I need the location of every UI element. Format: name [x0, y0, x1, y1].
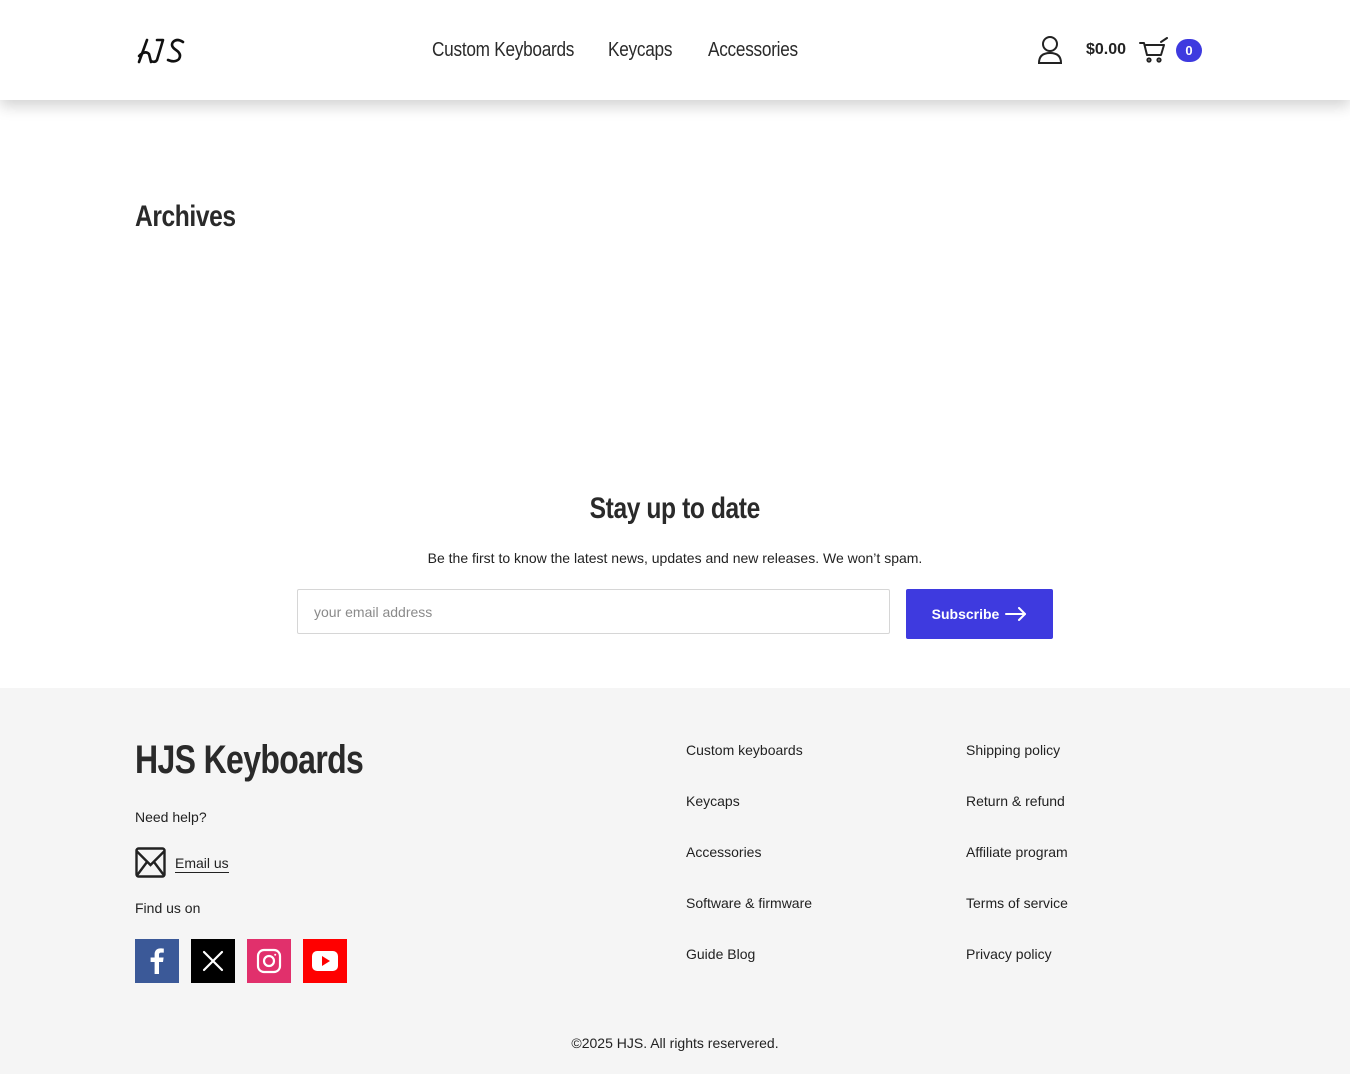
site-header: Custom Keyboards Keycaps Accessories $0.… [0, 0, 1350, 100]
footer-link-software-firmware[interactable]: Software & firmware [686, 894, 812, 945]
nav-custom-keyboards[interactable]: Custom Keyboards [432, 36, 574, 64]
footer-link-accessories[interactable]: Accessories [686, 843, 812, 894]
footer-links-shop: Custom keyboards Keycaps Accessories Sof… [686, 741, 812, 996]
page-title: Archives [135, 200, 236, 233]
mail-icon[interactable] [135, 847, 166, 878]
newsletter-subtitle: Be the first to know the latest news, up… [427, 550, 923, 566]
footer-link-custom-keyboards[interactable]: Custom keyboards [686, 741, 812, 792]
footer-link-terms-of-service[interactable]: Terms of service [966, 894, 1068, 945]
youtube-icon[interactable] [303, 939, 347, 983]
hjs-logo-icon[interactable] [135, 36, 187, 64]
email-field[interactable] [297, 589, 890, 634]
site-footer: HJS Keyboards Need help? Email us Find u… [0, 688, 1350, 1074]
footer-link-affiliate-program[interactable]: Affiliate program [966, 843, 1068, 894]
footer-link-keycaps[interactable]: Keycaps [686, 792, 812, 843]
nav-accessories[interactable]: Accessories [708, 36, 798, 64]
footer-link-guide-blog[interactable]: Guide Blog [686, 945, 812, 996]
main-nav: Custom Keyboards Keycaps Accessories [432, 36, 798, 64]
cart-total[interactable]: $0.00 [1086, 40, 1126, 60]
email-us-link[interactable]: Email us [175, 855, 229, 873]
subscribe-button[interactable]: Subscribe [906, 589, 1053, 639]
instagram-icon[interactable] [247, 939, 291, 983]
footer-link-shipping-policy[interactable]: Shipping policy [966, 741, 1068, 792]
subscribe-label: Subscribe [931, 606, 1000, 622]
user-icon[interactable] [1037, 35, 1063, 65]
cart-icon[interactable] [1139, 37, 1169, 63]
facebook-icon[interactable] [135, 939, 179, 983]
x-icon[interactable] [191, 939, 235, 983]
footer-links-policies: Shipping policy Return & refund Affiliat… [966, 741, 1068, 996]
arrow-right-icon [1005, 607, 1027, 621]
nav-keycaps[interactable]: Keycaps [608, 36, 672, 64]
need-help-label: Need help? [135, 809, 207, 825]
footer-brand: HJS Keyboards [135, 738, 364, 782]
find-us-label: Find us on [135, 900, 201, 916]
footer-link-return-refund[interactable]: Return & refund [966, 792, 1068, 843]
copyright-text: ©2025 HJS. All rights reservered. [571, 1035, 779, 1051]
cart-count-badge[interactable]: 0 [1176, 39, 1202, 62]
footer-link-privacy-policy[interactable]: Privacy policy [966, 945, 1068, 996]
newsletter-title: Stay up to date [589, 492, 761, 525]
